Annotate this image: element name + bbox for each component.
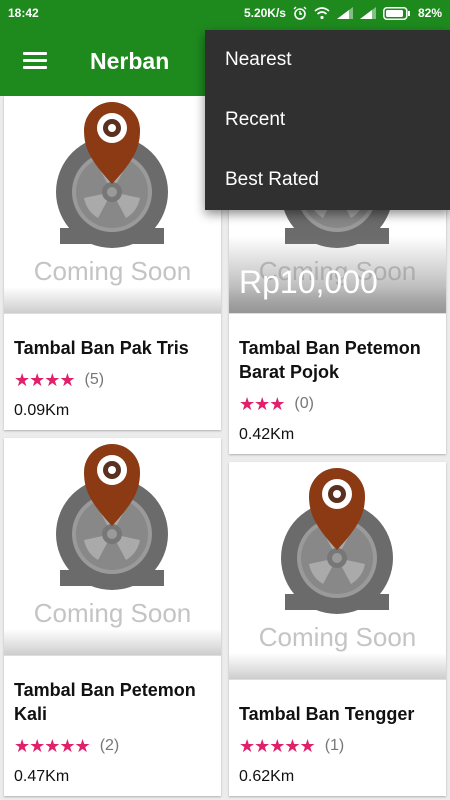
rating-row: ★★★★ (5) — [14, 370, 211, 390]
shop-title: Tambal Ban Pak Tris — [14, 338, 189, 358]
review-count: (0) — [294, 395, 314, 412]
price-label: Rp10,000 — [239, 264, 378, 300]
left-column: Coming Soon Tambal Ban Pak Tris ★★★★ (5)… — [4, 96, 221, 800]
star-rating-icon: ★★★★★ — [239, 735, 316, 756]
hamburger-menu-icon[interactable] — [0, 26, 70, 96]
network-speed: 5.20K/s — [243, 6, 286, 20]
shop-image: Coming Soon — [4, 438, 221, 656]
alarm-icon — [293, 6, 307, 20]
battery-level: 82% — [417, 6, 442, 20]
coming-soon-label: Coming Soon — [33, 256, 192, 286]
rating-row: ★★★★★ (1) — [239, 736, 436, 756]
review-count: (5) — [84, 371, 105, 388]
status-bar: 18:42 5.20K/s 82% — [0, 0, 450, 26]
shop-card[interactable]: Coming Soon Tambal Ban Pak Tris ★★★★ (5)… — [4, 96, 221, 430]
review-count: (2) — [99, 737, 120, 754]
battery-icon — [383, 6, 410, 20]
coming-soon-label: Coming Soon — [258, 622, 417, 652]
app-title: Nerban — [90, 47, 170, 74]
sort-option-recent[interactable]: Recent — [205, 90, 450, 150]
shop-distance: 0.42Km — [239, 426, 295, 443]
tire-location-pin-icon — [56, 444, 168, 590]
wifi-icon — [314, 6, 330, 19]
coming-soon-label: Coming Soon — [33, 598, 192, 628]
tire-location-pin-icon — [281, 468, 393, 614]
shop-distance: 0.09Km — [14, 402, 70, 419]
status-time: 18:42 — [8, 6, 39, 20]
sort-option-best-rated[interactable]: Best Rated — [205, 150, 450, 210]
sort-menu: Nearest Recent Best Rated — [205, 30, 450, 210]
star-rating-icon: ★★★ — [239, 393, 285, 414]
star-rating-icon: ★★★★ — [14, 369, 76, 390]
shop-card[interactable]: Coming Soon Tambal Ban Tengger ★★★★★ (1)… — [229, 462, 446, 796]
shop-image: Coming Soon — [229, 462, 446, 680]
shop-title: Tambal Ban Petemon Kali — [14, 680, 196, 724]
rating-row: ★★★★★ (2) — [14, 736, 211, 756]
sort-option-nearest[interactable]: Nearest — [205, 30, 450, 90]
star-rating-icon: ★★★★★ — [14, 735, 91, 756]
shop-distance: 0.62Km — [239, 768, 295, 785]
review-count: (1) — [324, 737, 345, 754]
signal-icon — [336, 7, 353, 19]
shop-distance: 0.47Km — [14, 768, 70, 785]
shop-title: Tambal Ban Tengger — [239, 704, 415, 724]
tire-location-pin-icon — [56, 102, 168, 248]
shop-image: Coming Soon — [4, 96, 221, 314]
shop-card[interactable]: Coming Soon Tambal Ban Petemon Kali ★★★★… — [4, 438, 221, 796]
signal-icon — [359, 7, 376, 19]
shop-title: Tambal Ban Petemon Barat Pojok — [239, 338, 421, 382]
rating-row: ★★★ (0) — [239, 394, 436, 414]
